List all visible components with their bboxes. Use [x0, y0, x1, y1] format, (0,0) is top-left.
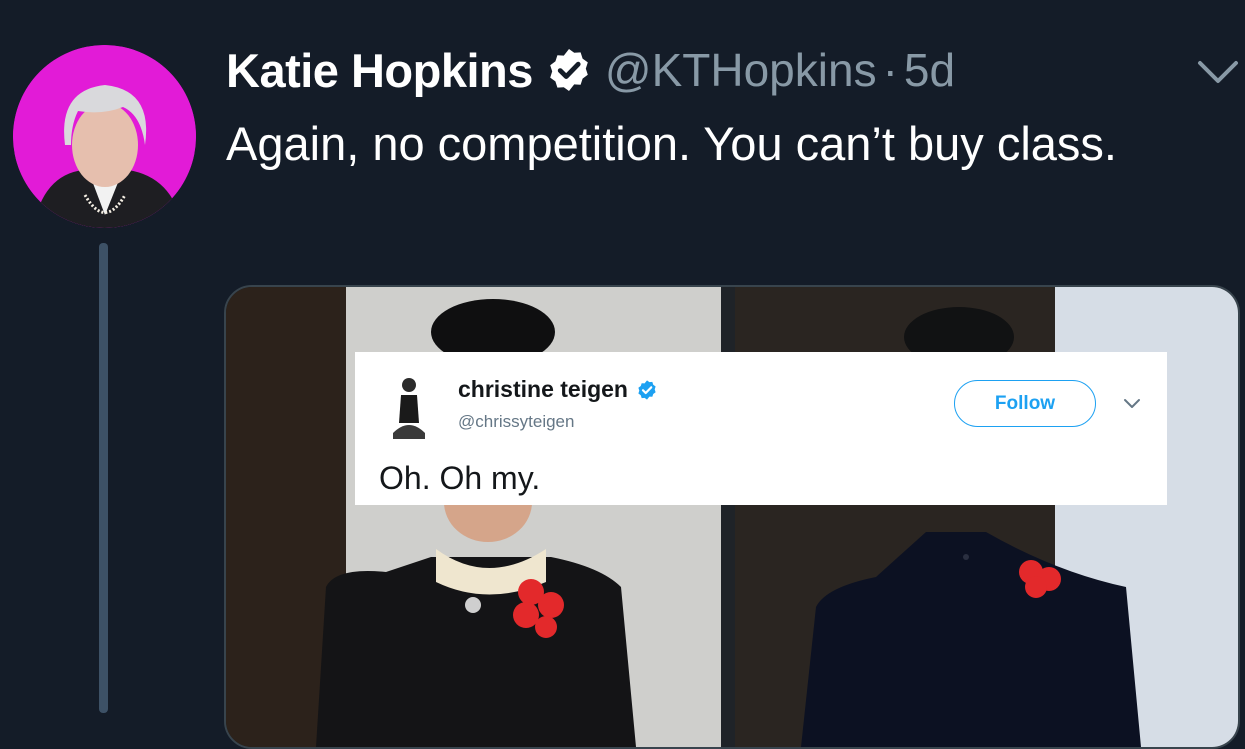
verified-badge-icon — [638, 379, 656, 400]
tweet-text: Again, no competition. You can’t buy cla… — [226, 117, 1117, 170]
embedded-tweet-text: Oh. Oh my. — [379, 460, 541, 496]
tweet-timestamp[interactable]: 5d — [904, 43, 955, 97]
embedded-display-name-row: christine teigen — [458, 376, 658, 403]
separator-dot: · — [882, 44, 898, 96]
embedded-avatar[interactable] — [383, 373, 431, 441]
follow-button[interactable]: Follow — [954, 380, 1096, 427]
chevron-down-icon[interactable] — [1196, 55, 1240, 91]
thread-line — [99, 243, 108, 713]
embedded-tweet[interactable]: christine teigen @chrissyteigen Follow O… — [355, 352, 1167, 505]
verified-badge-icon — [550, 49, 588, 91]
author-display-name[interactable]: Katie Hopkins — [226, 43, 533, 98]
author-handle[interactable]: @KTHopkins — [605, 43, 877, 97]
tweet-header: Katie Hopkins @KTHopkins · 5d — [226, 40, 955, 100]
avatar-image — [13, 45, 196, 228]
user-avatar[interactable] — [13, 45, 196, 228]
embedded-handle[interactable]: @chrissyteigen — [458, 412, 574, 432]
chevron-down-icon[interactable] — [1123, 398, 1141, 410]
embedded-display-name[interactable]: christine teigen — [458, 376, 628, 403]
